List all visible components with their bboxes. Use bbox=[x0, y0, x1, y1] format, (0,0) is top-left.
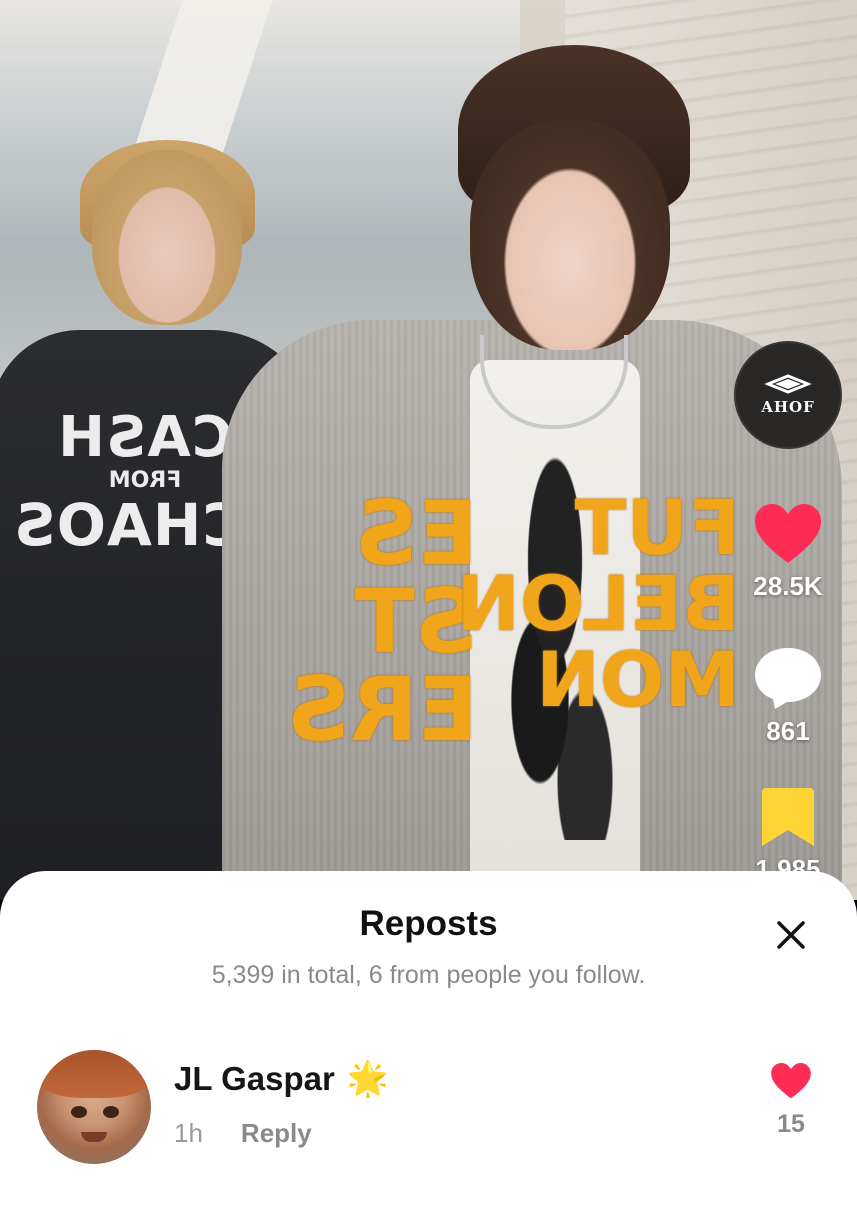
left-person-face bbox=[92, 150, 242, 325]
hoodie-print: CASH FROM CHAOS bbox=[12, 405, 245, 559]
user-name-text: JL Gaspar bbox=[174, 1060, 335, 1097]
close-icon bbox=[777, 921, 805, 949]
comment-like-count: 15 bbox=[777, 1110, 805, 1138]
heart-icon bbox=[771, 1063, 811, 1099]
comment-meta: 1h Reply bbox=[174, 1118, 312, 1149]
comment-button[interactable]: 861 bbox=[742, 646, 834, 747]
video-frame[interactable]: CASH FROM CHAOS ES ST ERS FUT BELON MON bbox=[0, 0, 857, 900]
sheet-title: Reposts bbox=[359, 904, 498, 943]
ahof-logo-icon bbox=[765, 374, 811, 394]
avatar[interactable] bbox=[37, 1050, 151, 1164]
bookmark-icon bbox=[762, 788, 814, 846]
timestamp: 1h bbox=[174, 1118, 203, 1148]
close-button[interactable] bbox=[766, 910, 816, 960]
comment-count: 861 bbox=[766, 716, 810, 746]
list-item: JL Gaspar 🌟 1h Reply 15 bbox=[0, 1040, 857, 1180]
right-person-face bbox=[470, 120, 670, 350]
hoodie-print-right: FUT BELON MON bbox=[456, 483, 740, 724]
user-name[interactable]: JL Gaspar 🌟 bbox=[174, 1060, 389, 1098]
reply-button[interactable]: Reply bbox=[241, 1118, 312, 1149]
star-emoji-icon: 🌟 bbox=[346, 1060, 390, 1098]
reposts-summary: 5,399 in total, 6 from people you follow… bbox=[211, 961, 646, 989]
like-button[interactable]: 28.5K bbox=[742, 503, 834, 602]
heart-icon bbox=[755, 504, 821, 563]
creator-avatar[interactable]: AHOF bbox=[734, 341, 842, 449]
comment-bubble-icon bbox=[755, 648, 821, 709]
like-count: 28.5K bbox=[753, 571, 823, 601]
creator-badge-label: AHOF bbox=[761, 398, 815, 416]
comment-like-button[interactable]: 15 bbox=[762, 1062, 820, 1139]
